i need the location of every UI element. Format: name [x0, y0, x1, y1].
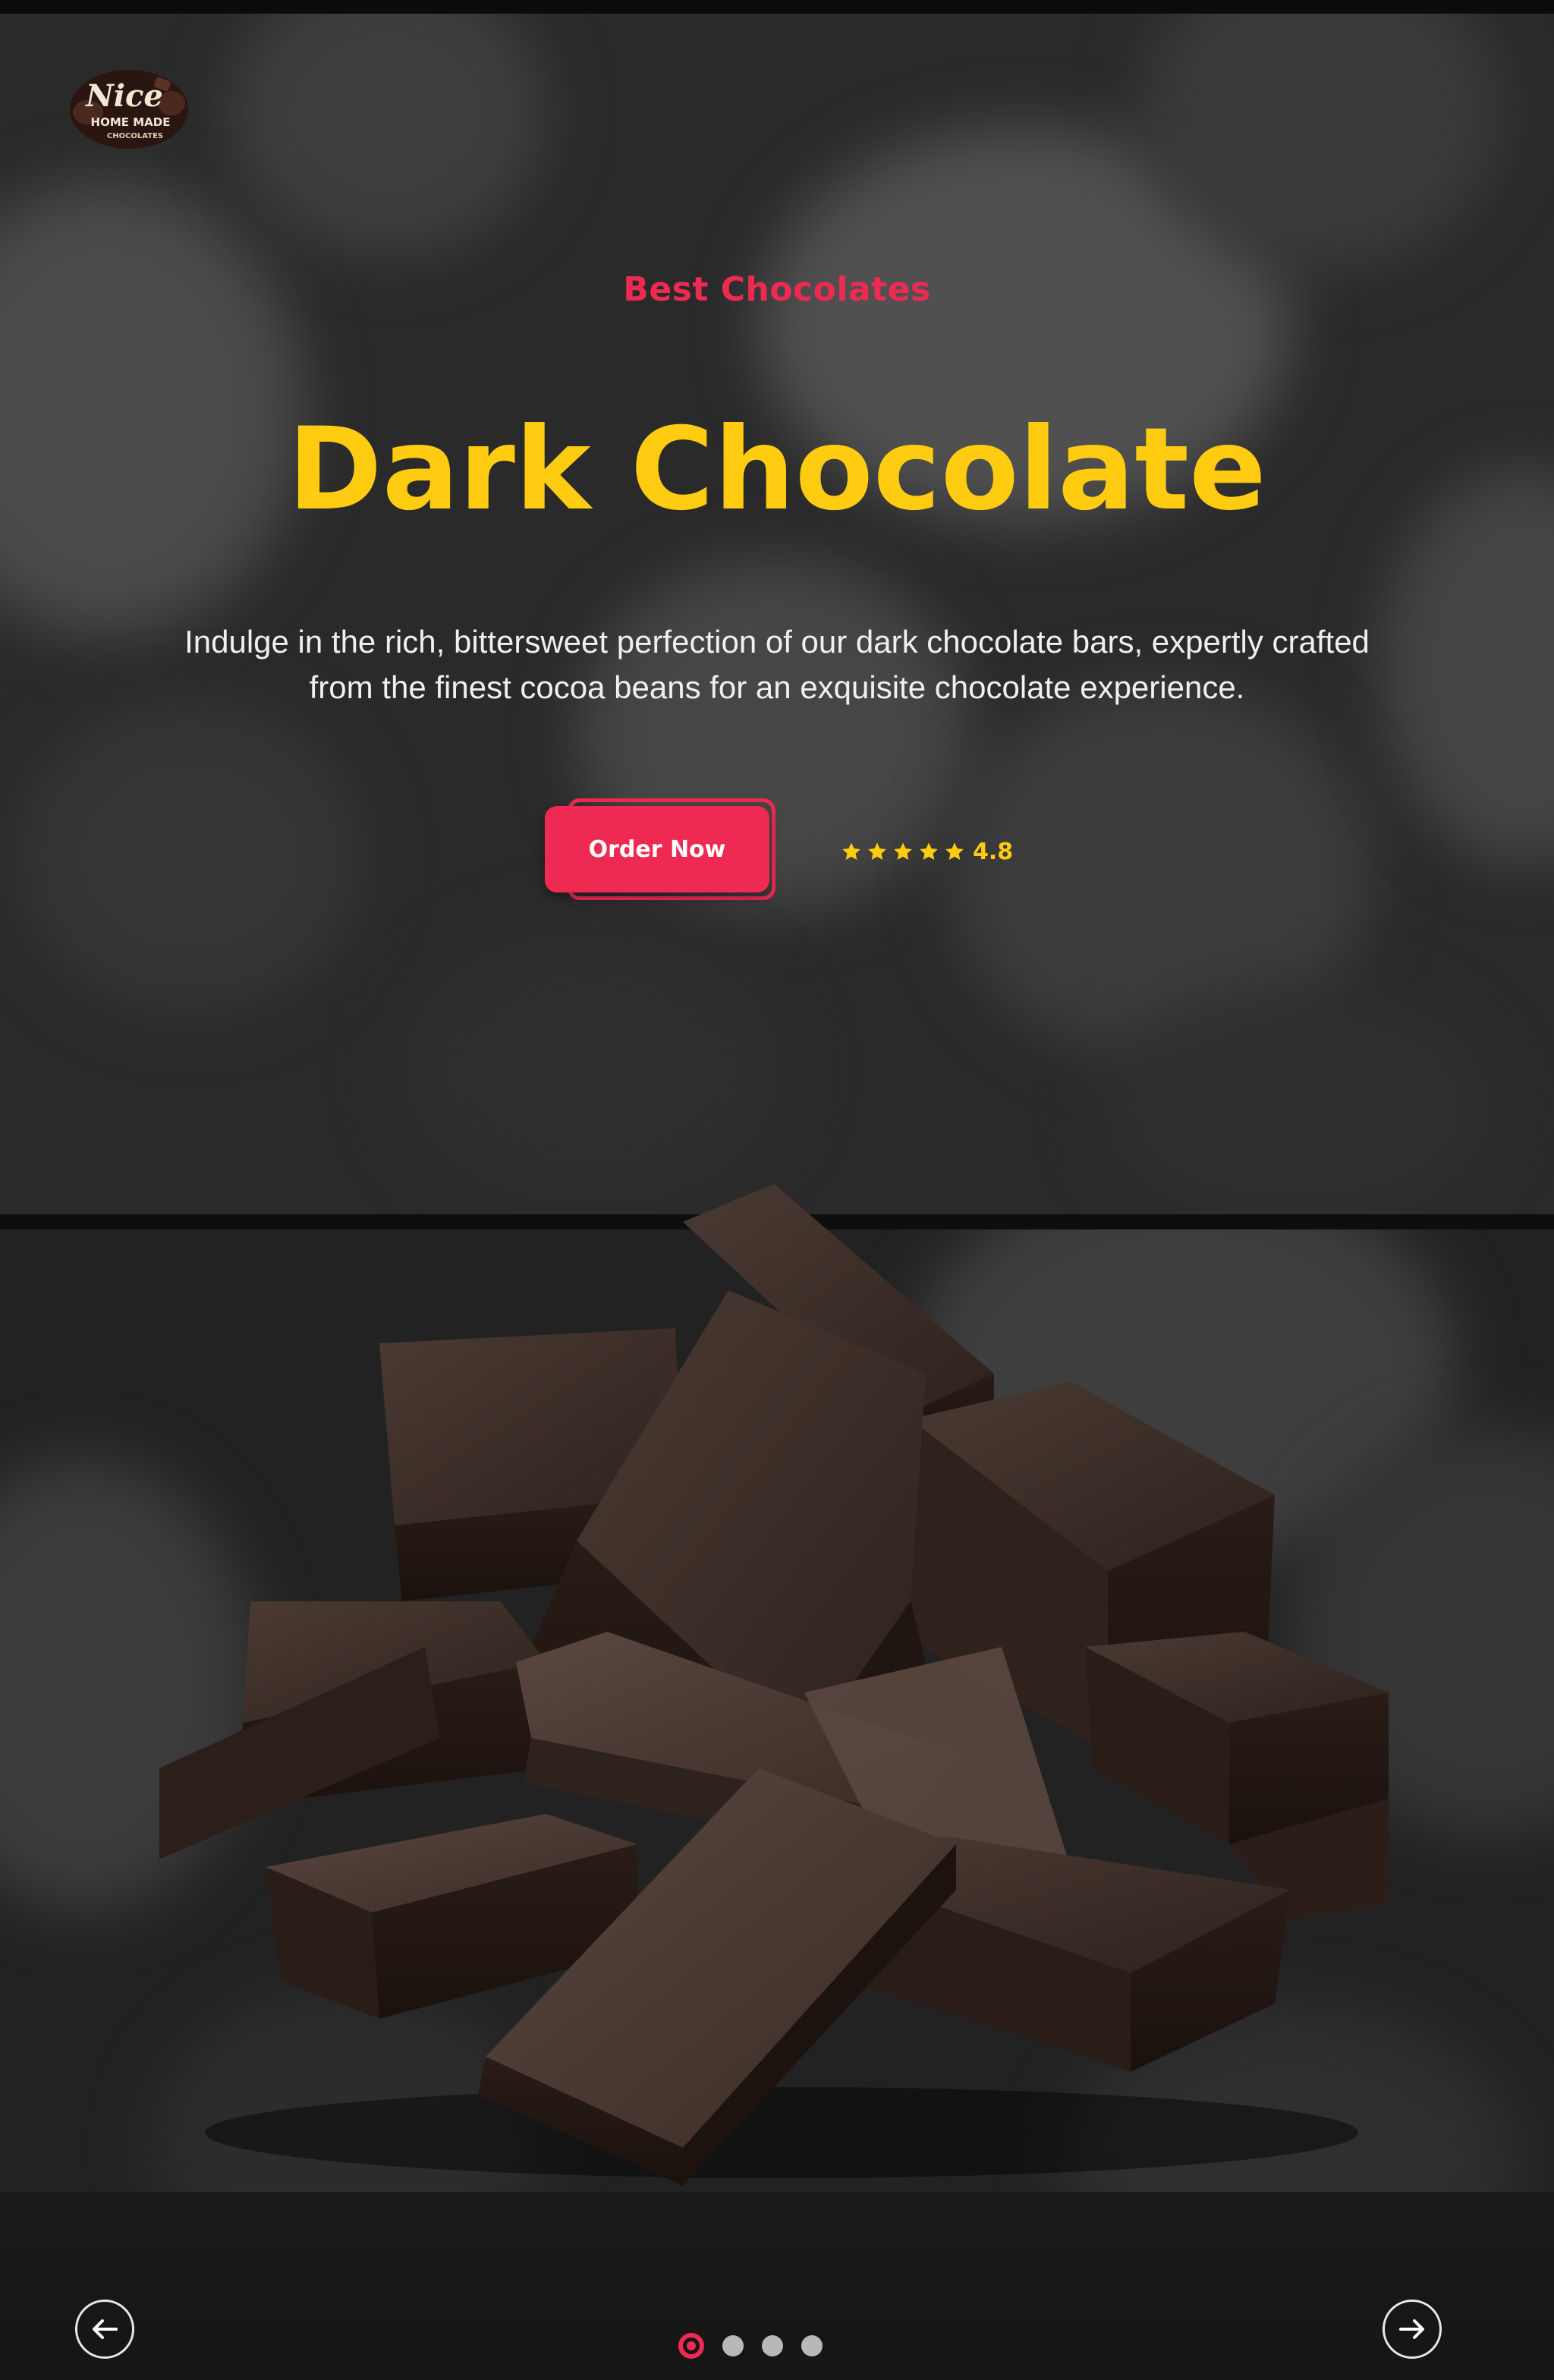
- carousel-dot-3[interactable]: [762, 2335, 783, 2356]
- hero-title: Dark Chocolate: [288, 404, 1266, 536]
- carousel-dot-4[interactable]: [801, 2335, 823, 2356]
- logo-wordmark: Nice: [84, 78, 163, 114]
- star-icon: [894, 842, 912, 860]
- top-strip: [0, 0, 1554, 14]
- brand-logo[interactable]: Nice HOME MADE CHOCOLATES: [65, 59, 193, 153]
- logo-tagline: HOME MADE: [91, 115, 171, 129]
- carousel-dot-1[interactable]: [678, 2333, 704, 2359]
- carousel-prev-button[interactable]: [75, 2300, 134, 2359]
- hero-eyebrow: Best Chocolates: [623, 270, 931, 309]
- rating-value: 4.8: [973, 838, 1014, 865]
- star-icon: [842, 842, 860, 860]
- star-icon: [945, 842, 964, 860]
- star-icon: [868, 842, 886, 860]
- logo-subline: CHOCOLATES: [107, 132, 163, 140]
- rating: 4.8: [841, 835, 1013, 868]
- arrow-right-icon: [1399, 2319, 1424, 2339]
- hero-background: [0, 14, 1554, 1216]
- dark-chocolate-image: [159, 1184, 1389, 2186]
- hero-description: Indulge in the rich, bittersweet perfect…: [184, 624, 1370, 705]
- carousel-next-button[interactable]: [1383, 2300, 1442, 2359]
- carousel-dot-2[interactable]: [722, 2335, 744, 2356]
- arrow-left-icon: [93, 2319, 118, 2339]
- order-now-button[interactable]: Order Now: [545, 806, 769, 892]
- order-now-group: Order Now: [545, 798, 780, 905]
- star-icon: [920, 842, 938, 860]
- carousel-pagination: [678, 2333, 823, 2359]
